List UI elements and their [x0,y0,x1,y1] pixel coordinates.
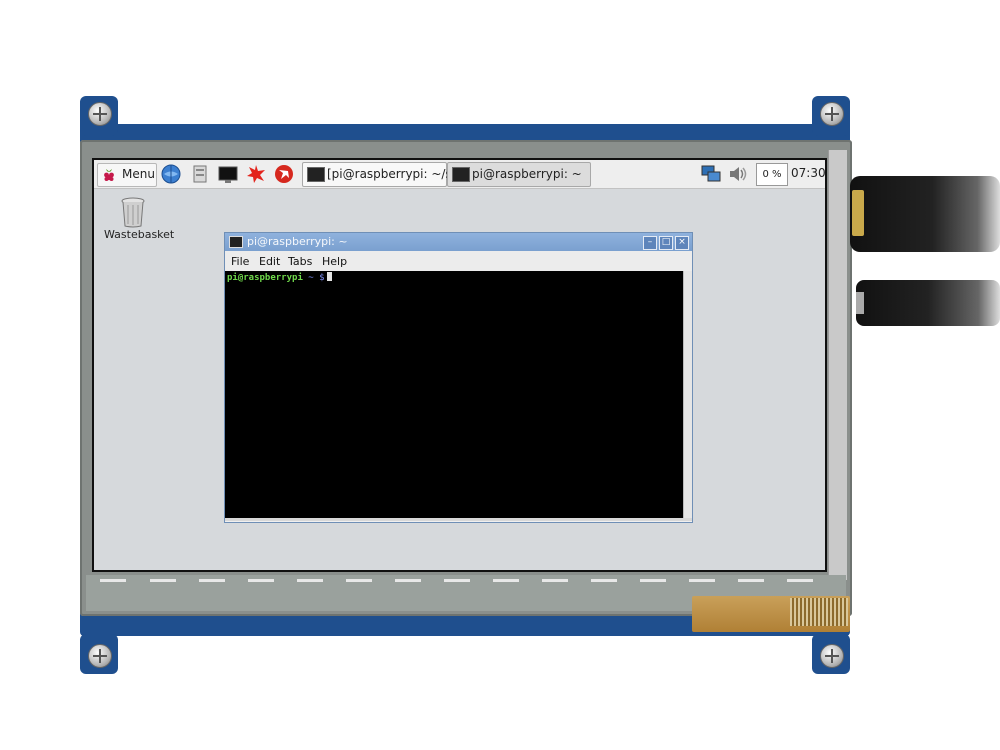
panel-tab [493,579,519,582]
window-title: pi@raspberrypi: ~ [247,235,348,248]
terminal-icon[interactable] [218,164,238,184]
trash-icon[interactable] [118,196,148,228]
vertical-scrollbar[interactable] [683,271,692,518]
terminal-icon [307,167,325,182]
hdmi-cable [850,176,1000,252]
panel-tab [738,579,764,582]
terminal-window: pi@raspberrypi: ~ – □ × File Edit Tabs H… [224,232,693,523]
window-titlebar[interactable]: pi@raspberrypi: ~ – □ × [225,233,692,251]
panel-tab [346,579,372,582]
panel-tab [248,579,274,582]
maximize-button[interactable]: □ [659,236,673,250]
usb-cable [856,280,1000,326]
shell-prompt: pi@raspberrypi ~ $ [227,272,332,283]
panel-tab [542,579,568,582]
menu-bar: File Edit Tabs Help [225,251,692,271]
volume-icon[interactable] [728,164,750,184]
clock[interactable]: 07:30 [791,166,825,180]
network-icon[interactable] [700,164,722,184]
terminal-icon [452,167,470,182]
prompt-path: ~ $ [308,273,325,283]
prompt-user: pi@raspberrypi [227,273,303,283]
menu-item-help[interactable]: Help [322,255,347,268]
menu-label: Menu [122,167,155,181]
taskbar: Menu [pi@raspberrypi: ~/sa... pi@raspber… [94,160,825,189]
panel-tab [591,579,617,582]
close-button[interactable]: × [675,236,689,250]
panel-tab [444,579,470,582]
terminal-output[interactable]: pi@raspberrypi ~ $ [225,271,683,518]
terminal-icon [229,236,243,248]
panel-tab [395,579,421,582]
wolfram-icon[interactable] [274,164,294,184]
task-label: pi@raspberrypi: ~ [472,167,582,181]
text-cursor [326,272,332,281]
window-bottom-border [225,518,692,521]
menu-button[interactable]: Menu [97,163,157,187]
touch-panel-edge [828,150,847,580]
screw-top-right [820,102,844,126]
raspberry-icon [104,169,114,181]
desktop-icon-label: Wastebasket [104,228,175,241]
flex-cable-contacts [790,598,848,626]
minimize-button[interactable]: – [643,236,657,250]
panel-tab [689,579,715,582]
screw-bottom-right [820,644,844,668]
screw-bottom-left [88,644,112,668]
menu-item-edit[interactable]: Edit [259,255,280,268]
panel-tab [150,579,176,582]
panel-tab [640,579,666,582]
task-button-terminal-1[interactable]: [pi@raspberrypi: ~/sa... [302,162,471,187]
panel-tab [199,579,225,582]
panel-tab [787,579,813,582]
cpu-monitor: 0 % [756,163,788,186]
task-button-terminal-2[interactable]: pi@raspberrypi: ~ [447,162,591,187]
mathematica-icon[interactable] [246,164,266,184]
lcd-screen: Menu [pi@raspberrypi: ~/sa... pi@raspber… [92,158,827,572]
file-manager-icon[interactable] [190,164,210,184]
panel-tab [100,579,126,582]
panel-tab [297,579,323,582]
hdmi-connector [852,190,864,236]
web-browser-icon[interactable] [161,164,181,184]
menu-item-tabs[interactable]: Tabs [288,255,312,268]
menu-item-file[interactable]: File [231,255,249,268]
screw-top-left [88,102,112,126]
usb-connector [856,292,864,314]
